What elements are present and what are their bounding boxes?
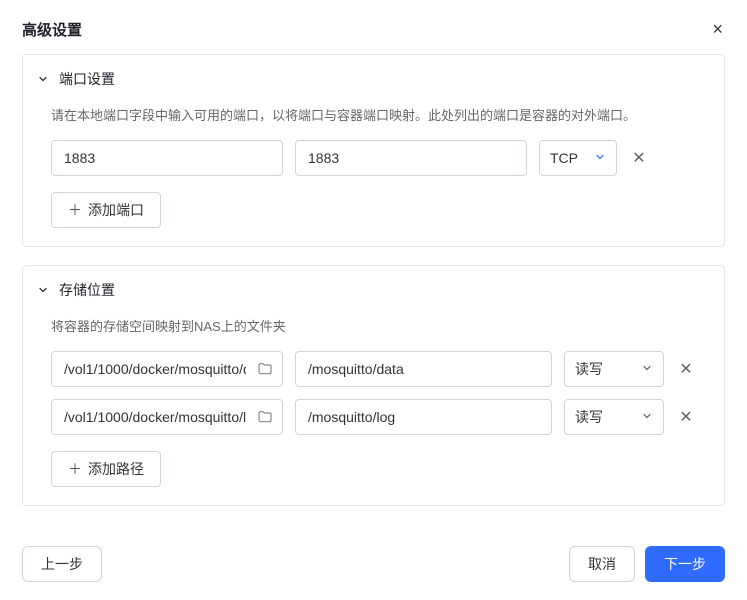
dialog-title: 高级设置	[22, 19, 82, 40]
plus-icon: ＋	[68, 200, 82, 220]
dialog-footer: 上一步 取消 下一步	[0, 532, 747, 600]
delete-port-icon[interactable]: ✕	[629, 148, 649, 168]
permission-select[interactable]: 读写	[564, 399, 664, 435]
add-storage-label: 添加路径	[88, 459, 144, 479]
container-path-input[interactable]	[295, 351, 552, 387]
storage-description: 将容器的存储空间映射到NAS上的文件夹	[51, 316, 696, 335]
folder-icon[interactable]	[257, 361, 273, 377]
footer-left: 上一步	[22, 546, 102, 582]
add-port-button[interactable]: ＋ 添加端口	[51, 192, 161, 228]
prev-button[interactable]: 上一步	[22, 546, 102, 582]
storage-section-body: 将容器的存储空间映射到NAS上的文件夹 读写 ✕	[23, 314, 724, 505]
ports-section-body: 请在本地端口字段中输入可用的端口，以将端口与容器端口映射。此处列出的端口是容器的…	[23, 103, 724, 246]
port-row: TCP ✕	[51, 140, 696, 176]
chevron-down-icon	[33, 280, 53, 300]
ports-section-header[interactable]: 端口设置	[23, 55, 724, 103]
permission-select[interactable]: 读写	[564, 351, 664, 387]
container-path-input[interactable]	[295, 399, 552, 435]
protocol-value: TCP	[550, 150, 578, 166]
ports-description: 请在本地端口字段中输入可用的端口，以将端口与容器端口映射。此处列出的端口是容器的…	[51, 105, 696, 124]
storage-section-title: 存储位置	[59, 280, 115, 300]
add-port-label: 添加端口	[88, 200, 144, 220]
storage-section: 存储位置 将容器的存储空间映射到NAS上的文件夹 读写 ✕	[22, 265, 725, 506]
host-path-input[interactable]	[51, 399, 283, 435]
dialog-header: 高级设置 ×	[0, 0, 747, 54]
chevron-down-icon	[33, 69, 53, 89]
permission-value: 读写	[575, 407, 603, 427]
plus-icon: ＋	[68, 459, 82, 479]
host-path-input[interactable]	[51, 351, 283, 387]
footer-right: 取消 下一步	[569, 546, 725, 582]
storage-row: 读写 ✕	[51, 399, 696, 435]
storage-section-header[interactable]: 存储位置	[23, 266, 724, 314]
container-port-input[interactable]	[295, 140, 527, 176]
close-icon[interactable]: ×	[710, 18, 725, 40]
protocol-select[interactable]: TCP	[539, 140, 617, 176]
delete-storage-icon[interactable]: ✕	[676, 407, 696, 427]
delete-storage-icon[interactable]: ✕	[676, 359, 696, 379]
host-port-input[interactable]	[51, 140, 283, 176]
folder-icon[interactable]	[257, 409, 273, 425]
chevron-down-icon	[641, 361, 653, 377]
ports-section-title: 端口设置	[59, 69, 115, 89]
ports-section: 端口设置 请在本地端口字段中输入可用的端口，以将端口与容器端口映射。此处列出的端…	[22, 54, 725, 247]
cancel-button[interactable]: 取消	[569, 546, 635, 582]
host-path-wrap	[51, 399, 283, 435]
content-area: 端口设置 请在本地端口字段中输入可用的端口，以将端口与容器端口映射。此处列出的端…	[0, 54, 747, 532]
chevron-down-icon	[641, 409, 653, 425]
permission-value: 读写	[575, 359, 603, 379]
host-path-wrap	[51, 351, 283, 387]
storage-row: 读写 ✕	[51, 351, 696, 387]
chevron-down-icon	[594, 150, 606, 166]
next-button[interactable]: 下一步	[645, 546, 725, 582]
add-storage-button[interactable]: ＋ 添加路径	[51, 451, 161, 487]
